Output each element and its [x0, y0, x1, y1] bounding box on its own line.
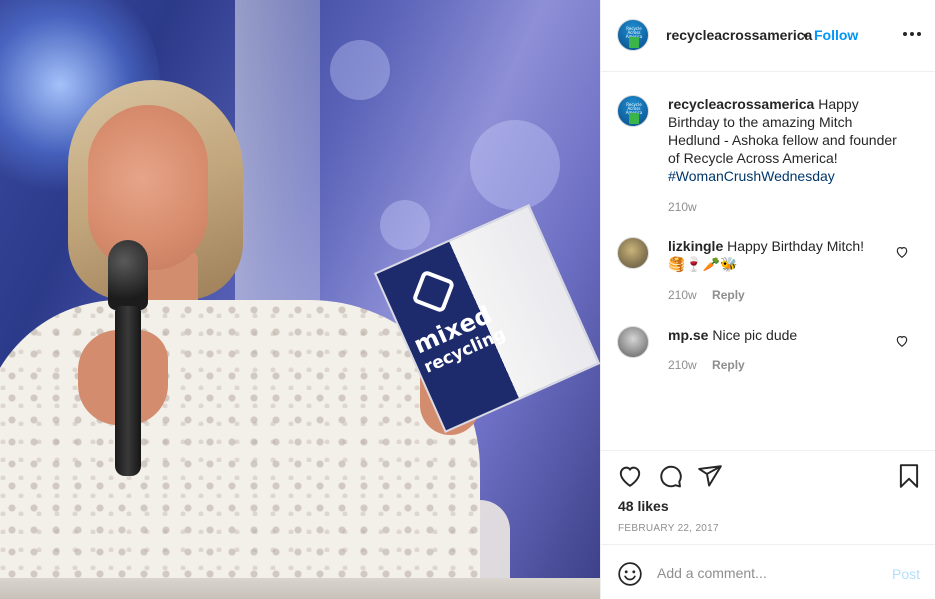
caption-meta: 210w — [668, 200, 697, 214]
action-bar: 48 likes FEBRUARY 22, 2017 — [601, 450, 935, 544]
caption-username[interactable]: recycleacrossamerica — [668, 96, 814, 112]
podium — [0, 578, 600, 599]
bokeh-light — [330, 40, 390, 100]
reply-button[interactable]: Reply — [712, 358, 745, 372]
comment-emoji: 🥞🍷🥕🐝 — [668, 256, 738, 272]
add-comment-bar: Post — [601, 544, 935, 599]
comment-item: mp.se Nice pic dude 210w Reply — [601, 326, 935, 386]
comment-text: Nice pic dude — [712, 327, 798, 343]
recycle-bin-icon — [629, 37, 639, 48]
likes-count[interactable]: 48 likes — [618, 498, 669, 514]
recycle-bin-icon — [629, 113, 639, 124]
comment-icon[interactable] — [657, 463, 683, 489]
post-image[interactable]: mixed recycling — [0, 0, 600, 599]
avatar[interactable]: Recycle Across America — [617, 95, 649, 127]
comment-body: lizkingle Happy Birthday Mitch! 🥞🍷🥕🐝 — [668, 237, 900, 273]
bokeh-light — [470, 120, 560, 210]
caption: Recycle Across America recycleacrossamer… — [601, 95, 935, 215]
more-horizontal-icon[interactable] — [901, 23, 923, 45]
comment-meta: 210w Reply — [668, 358, 745, 372]
avatar[interactable] — [617, 237, 649, 269]
comment-meta: 210w Reply — [668, 288, 745, 302]
comment-body: mp.se Nice pic dude — [668, 326, 900, 344]
avatar[interactable] — [617, 326, 649, 358]
comment-username[interactable]: lizkingle — [668, 238, 723, 254]
post-header: Recycle Across America recycleacrossamer… — [601, 0, 935, 72]
separator-dot: • — [803, 27, 808, 43]
comment-item: lizkingle Happy Birthday Mitch! 🥞🍷🥕🐝 210… — [601, 237, 935, 307]
post-button[interactable]: Post — [892, 566, 920, 582]
comment-username[interactable]: mp.se — [668, 327, 708, 343]
follow-button[interactable]: Follow — [814, 27, 858, 43]
emoji-icon[interactable] — [617, 561, 643, 587]
like-comment-heart-icon[interactable] — [895, 334, 909, 348]
header-username[interactable]: recycleacrossamerica — [666, 27, 812, 43]
caption-body: recycleacrossamerica Happy Birthday to t… — [668, 95, 900, 185]
post-sidebar: Recycle Across America recycleacrossamer… — [600, 0, 935, 599]
timestamp[interactable]: 210w — [668, 358, 697, 372]
comment-text: Happy Birthday Mitch! — [727, 238, 865, 254]
recycle-icon — [411, 269, 456, 314]
heart-icon[interactable] — [617, 463, 643, 489]
comment-input[interactable] — [657, 561, 877, 585]
like-comment-heart-icon[interactable] — [895, 245, 909, 259]
bookmark-icon[interactable] — [896, 463, 922, 489]
bokeh-light — [380, 200, 430, 250]
microphone — [106, 240, 150, 476]
timestamp[interactable]: 210w — [668, 288, 697, 302]
avatar[interactable]: Recycle Across America — [617, 19, 649, 51]
comments-section: Recycle Across America recycleacrossamer… — [601, 72, 935, 450]
post-date[interactable]: FEBRUARY 22, 2017 — [618, 523, 719, 534]
brochure-text: mixed recycling — [410, 300, 509, 379]
share-icon[interactable] — [697, 463, 723, 489]
reply-button[interactable]: Reply — [712, 288, 745, 302]
timestamp[interactable]: 210w — [668, 200, 697, 214]
hashtag-link[interactable]: #WomanCrushWednesday — [668, 168, 835, 184]
